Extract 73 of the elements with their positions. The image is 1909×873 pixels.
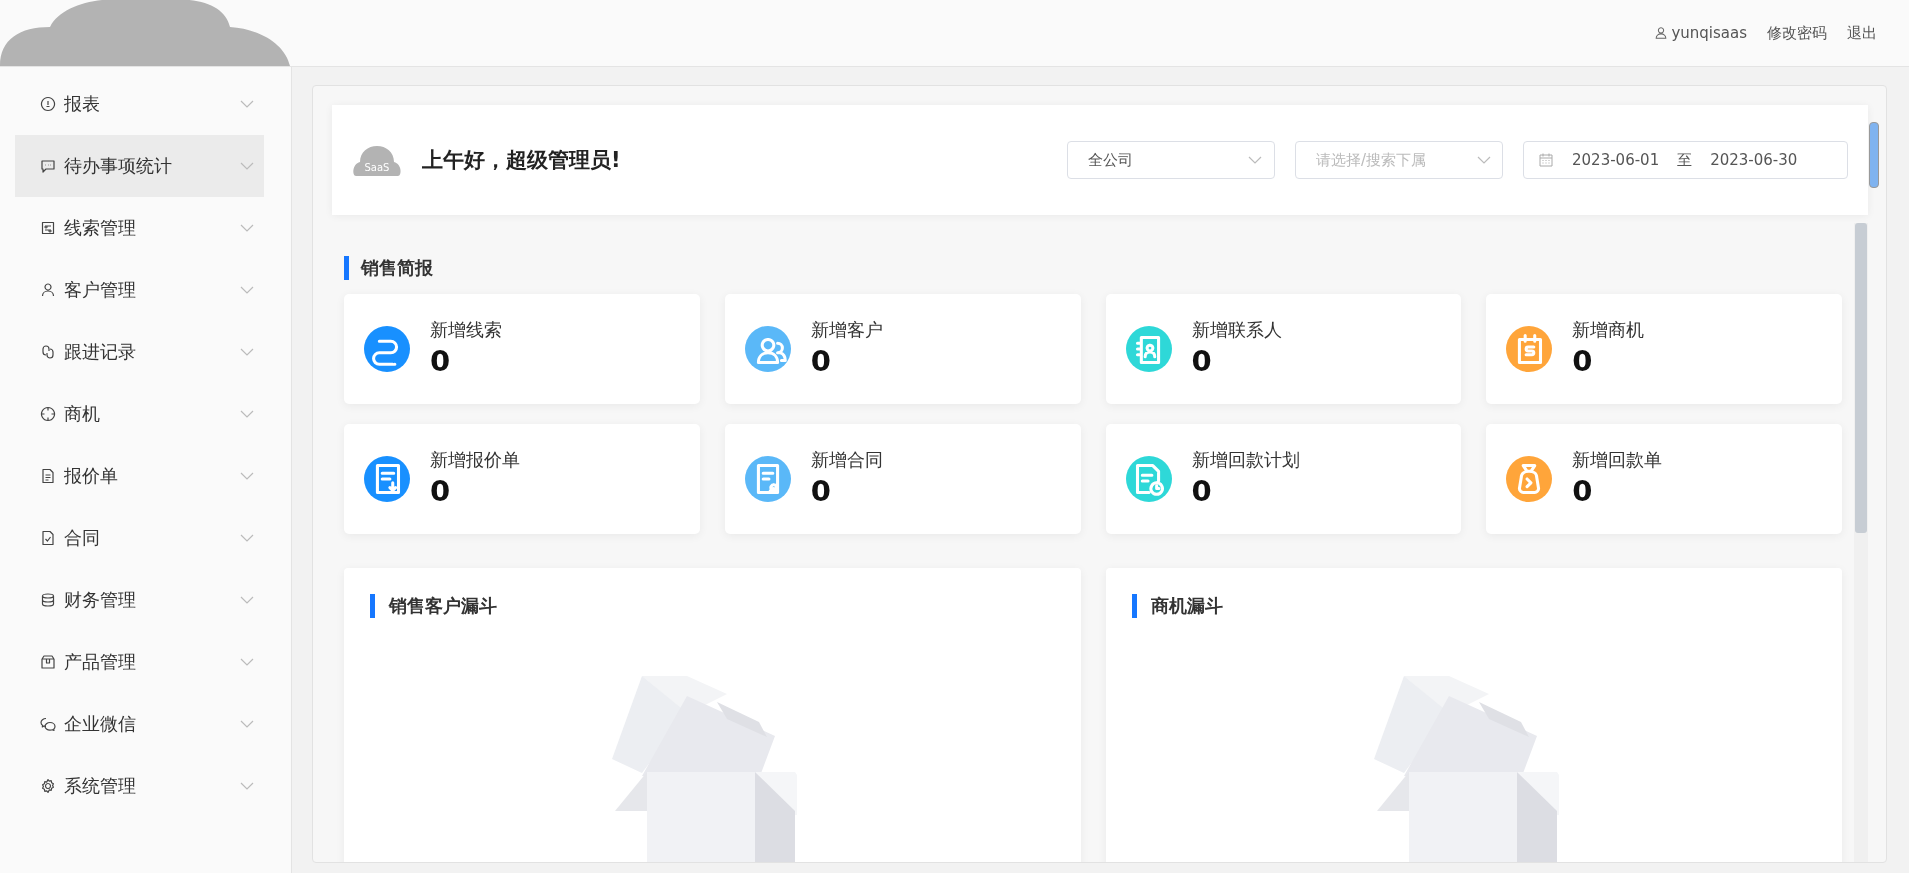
card-title: 销售客户漏斗 [370,594,497,618]
date-range-picker[interactable]: 2023-06-01 至 2023-06-30 [1523,141,1848,179]
menu-item-icon [40,654,56,670]
company-select[interactable]: 全公司 [1067,141,1275,179]
menu-item-icon [40,220,56,236]
stat-value: 0 [430,343,452,380]
cloud-logo-icon [0,0,290,66]
menu-item-icon [40,778,56,794]
header-link[interactable]: 修改密码 [1767,23,1827,43]
stat-label: 新增线索 [430,318,502,342]
greeting: 上午好，超级管理员! [422,147,622,174]
header-link[interactable]: 退出 [1847,23,1877,43]
stat-value: 0 [810,473,832,510]
sidebar-item[interactable]: 线索管理 [15,197,264,259]
stat-value: 0 [1191,473,1213,510]
user-link[interactable]: yunqisaas [1654,24,1747,42]
sidebar-item[interactable]: 待办事项统计 [15,135,264,197]
chevron-down-icon [240,596,254,604]
scrollbar-thumb[interactable] [1855,223,1867,533]
stat-value: 0 [1191,343,1213,380]
stat-label: 新增回款单 [1572,448,1663,472]
stat-label: 新增联系人 [1191,318,1282,342]
sidebar-item[interactable]: 系统管理 [15,755,264,817]
sidebar-item[interactable]: 跟进记录 [15,321,264,383]
range-separator: 至 [1677,150,1693,170]
logo-text: SaaS [363,162,391,173]
sidebar-item[interactable]: 客户管理 [15,259,264,321]
chevron-down-icon [240,720,254,728]
sidebar-item[interactable]: 报表 [15,73,264,135]
sidebar-item[interactable]: 产品管理 [15,631,264,693]
chevron-down-icon [240,410,254,418]
chevron-down-icon [1248,156,1262,164]
chevron-down-icon [240,658,254,666]
menu-item-icon [40,530,56,546]
stat-value: 0 [430,473,452,510]
stat-value: 0 [1572,343,1594,380]
card-title: 商机漏斗 [1131,594,1223,618]
calendar-icon [1538,152,1554,168]
chevron-down-icon [240,348,254,356]
chevron-down-icon [240,534,254,542]
chevron-down-icon [240,286,254,294]
stat-label: 新增报价单 [430,448,520,472]
menu-item-icon [40,468,56,484]
sidebar-item[interactable]: 企业微信 [15,693,264,755]
chevron-down-icon [240,782,254,790]
stat-label: 新增回款计划 [1191,448,1300,472]
stat-label: 新增客户 [810,318,883,342]
menu-item-icon [40,344,56,360]
sidebar-item[interactable]: 商机 [15,383,264,445]
menu-item-icon [40,406,56,422]
menu-item-icon [40,716,56,732]
chevron-down-icon [240,472,254,480]
chevron-down-icon [240,162,254,170]
menu-item-icon [40,96,56,112]
start-date: 2023-06-01 [1572,151,1660,169]
menu-item-icon [40,158,56,174]
stat-label: 新增合同 [810,448,883,472]
stat-value: 0 [810,343,832,380]
username: yunqisaas [1671,24,1747,42]
chevron-down-icon [240,224,254,232]
sidebar-item[interactable]: 合同 [15,507,264,569]
scrollbar-thumb[interactable] [1869,122,1879,188]
stat-label: 新增商机 [1572,318,1645,342]
end-date: 2023-06-30 [1710,151,1798,169]
menu-item-icon [40,592,56,608]
menu-item-icon [40,282,56,298]
chevron-down-icon [1477,156,1491,164]
stat-value: 0 [1572,473,1594,510]
user-icon [1654,26,1669,40]
subordinate-select[interactable]: 请选择/搜索下属 [1295,141,1503,179]
sidebar-item[interactable]: 财务管理 [15,569,264,631]
chevron-down-icon [240,100,254,108]
sidebar-item[interactable]: 报价单 [15,445,264,507]
